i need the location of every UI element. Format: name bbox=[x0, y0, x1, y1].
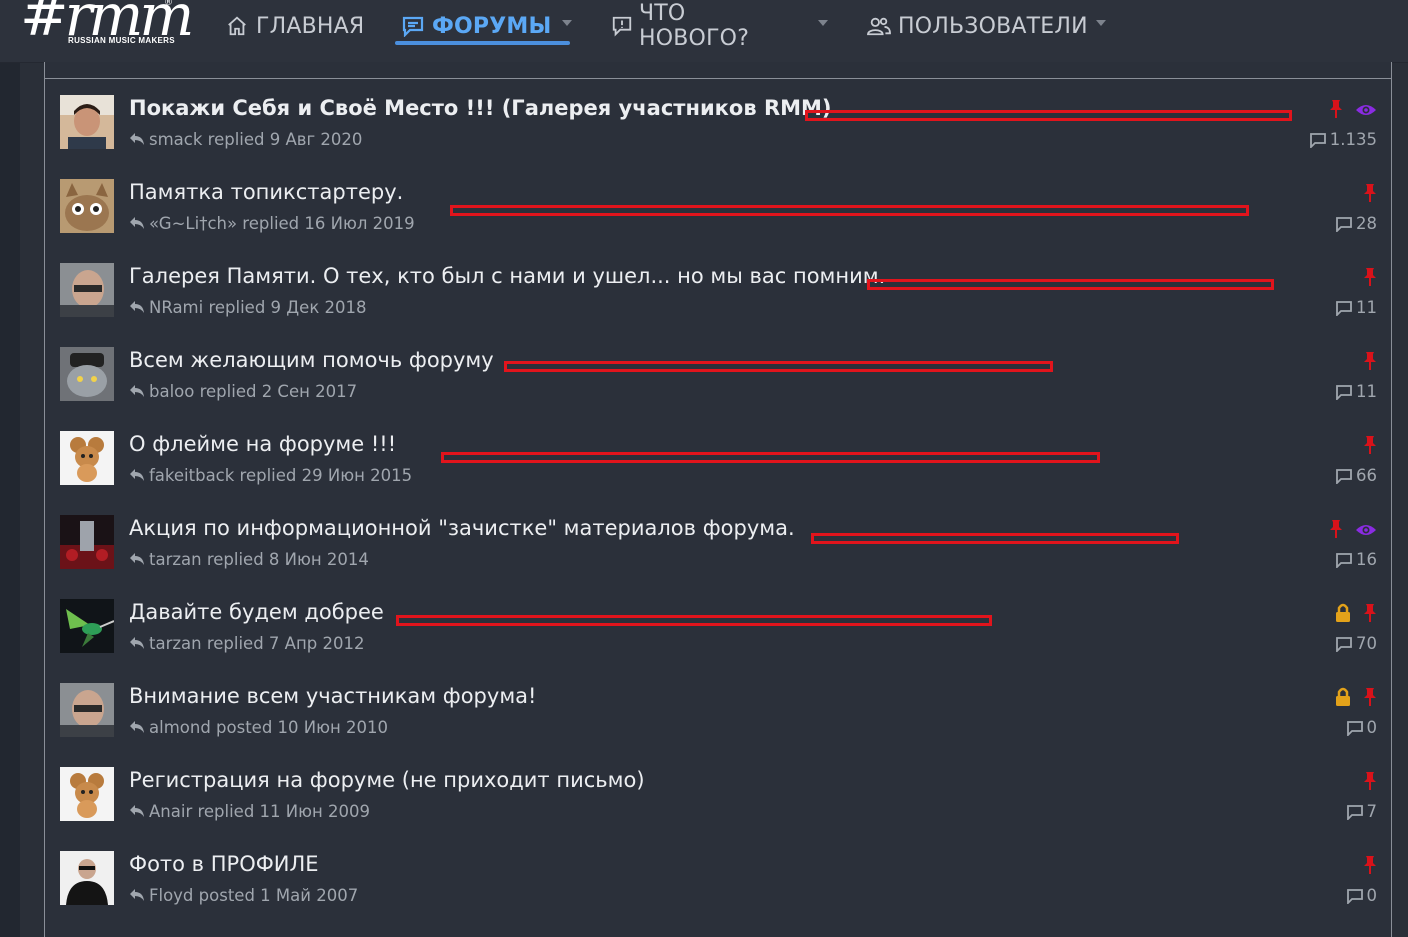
thread-title[interactable]: Акция по информационной "зачистке" матер… bbox=[129, 516, 795, 540]
thread-list-panel: Покажи Себя и Своё Место !!! (Галерея уч… bbox=[44, 62, 1392, 937]
thread-title[interactable]: Галерея Памяти. О тех, кто был с нами и … bbox=[129, 264, 885, 288]
whats-new-icon bbox=[611, 13, 633, 39]
avatar-sunglasses-man[interactable] bbox=[60, 851, 114, 905]
home-icon bbox=[224, 13, 250, 39]
reply-arrow-icon bbox=[129, 888, 145, 904]
thread-title[interactable]: Памятка топикстартеру. bbox=[129, 180, 403, 204]
thread-row[interactable]: Покажи Себя и Своё Место !!! (Галерея уч… bbox=[45, 62, 1391, 149]
thread-status-icons bbox=[1335, 687, 1377, 711]
thread-title[interactable]: Регистрация на форуме (не приходит письм… bbox=[129, 768, 645, 792]
avatar-bald-man-photo[interactable] bbox=[60, 263, 114, 317]
thread-row[interactable]: Давайте будем добрее tarzan replied 7 Апр… bbox=[45, 566, 1391, 653]
thread-title[interactable]: Покажи Себя и Своё Место !!! (Галерея уч… bbox=[129, 96, 832, 120]
pin-icon bbox=[1363, 435, 1377, 459]
thread-status-icons bbox=[1363, 856, 1377, 878]
avatar-robocop-photo[interactable] bbox=[60, 515, 114, 569]
thread-meta-text[interactable]: Floyd posted 1 Май 2007 bbox=[149, 886, 358, 905]
thread-title[interactable]: О флейме на форуме !!! bbox=[129, 432, 396, 456]
thread-meta[interactable]: Floyd posted 1 Май 2007 bbox=[129, 886, 358, 905]
nav-users[interactable]: ПОЛЬЗОВАТЕЛИ bbox=[866, 8, 1088, 44]
thread-row[interactable]: Всем желающим помочь форуму baloo replied… bbox=[45, 314, 1391, 401]
nav-home[interactable]: ГЛАВНАЯ bbox=[224, 8, 364, 44]
thread-status-icons bbox=[1363, 352, 1377, 374]
pin-icon bbox=[1363, 687, 1377, 711]
logo-registered: ® bbox=[164, 0, 173, 8]
highlight-annotation-box bbox=[441, 452, 1100, 463]
thread-title[interactable]: Всем желающим помочь форуму bbox=[129, 348, 494, 372]
lock-icon bbox=[1335, 687, 1351, 711]
avatar-cat-hat-photo[interactable] bbox=[60, 347, 114, 401]
thread-title[interactable]: Внимание всем участникам форума! bbox=[129, 684, 536, 708]
page-left-gutter bbox=[0, 62, 20, 937]
avatar-hummingbird[interactable] bbox=[60, 599, 114, 653]
nav-forums-dropdown-icon[interactable] bbox=[562, 20, 572, 26]
avatar-kitten-photo[interactable] bbox=[60, 179, 114, 233]
reply-count-value: 0 bbox=[1366, 886, 1378, 905]
nav-active-underline bbox=[395, 41, 570, 45]
highlight-annotation-box bbox=[811, 533, 1179, 544]
thread-row[interactable]: Регистрация на форуме (не приходит письм… bbox=[45, 734, 1391, 821]
pin-icon bbox=[1329, 99, 1343, 123]
pin-icon bbox=[1363, 267, 1377, 291]
pin-icon bbox=[1363, 855, 1377, 879]
thread-status-icons bbox=[1363, 268, 1377, 290]
thread-status-icons bbox=[1363, 436, 1377, 458]
thread-title[interactable]: Фото в ПРОФИЛЕ bbox=[129, 852, 319, 876]
pin-icon bbox=[1363, 603, 1377, 627]
pin-icon bbox=[1363, 351, 1377, 375]
thread-row[interactable]: Памятка топикстартеру. «G~Li†ch» replied … bbox=[45, 146, 1391, 233]
highlight-annotation-box bbox=[396, 615, 992, 626]
site-header: #rmm ® RUSSIAN MUSIC MAKERS ГЛАВНАЯ ФОРУ… bbox=[0, 0, 1408, 63]
thread-row[interactable]: Акция по информационной "зачистке" матер… bbox=[45, 482, 1391, 569]
thread-row[interactable]: О флейме на форуме !!! fakeitback replied… bbox=[45, 398, 1391, 485]
nav-users-dropdown-icon[interactable] bbox=[1096, 20, 1106, 26]
site-logo[interactable]: #rmm ® RUSSIAN MUSIC MAKERS bbox=[18, 0, 194, 54]
thread-row[interactable]: Внимание всем участникам форума! almond p… bbox=[45, 650, 1391, 737]
watch-eye-icon bbox=[1355, 522, 1377, 541]
logo-subtitle: RUSSIAN MUSIC MAKERS bbox=[68, 36, 175, 45]
thread-status-icons bbox=[1329, 100, 1377, 122]
pin-icon bbox=[1329, 519, 1343, 543]
avatar-cartoon-mouse[interactable] bbox=[60, 767, 114, 821]
users-icon bbox=[866, 13, 892, 39]
thread-row[interactable]: Галерея Памяти. О тех, кто был с нами и … bbox=[45, 230, 1391, 317]
comment-bubble-icon bbox=[1346, 888, 1364, 904]
highlight-annotation-box bbox=[867, 279, 1274, 290]
nav-forums-label: ФОРУМЫ bbox=[432, 13, 552, 39]
pin-icon bbox=[1363, 183, 1377, 207]
nav-whats-new-dropdown-icon[interactable] bbox=[818, 20, 828, 26]
nav-users-label: ПОЛЬЗОВАТЕЛИ bbox=[898, 13, 1088, 39]
highlight-annotation-box bbox=[805, 110, 1292, 121]
nav-forums[interactable]: ФОРУМЫ bbox=[400, 8, 552, 44]
reply-count: 0 bbox=[1346, 886, 1378, 905]
thread-status-icons bbox=[1329, 520, 1377, 542]
thread-status-icons bbox=[1363, 772, 1377, 794]
thread-row[interactable]: Фото в ПРОФИЛЕ Floyd posted 1 Май 2007 0 bbox=[45, 818, 1391, 905]
highlight-annotation-box bbox=[450, 205, 1249, 216]
avatar-cartoon-mouse[interactable] bbox=[60, 431, 114, 485]
pin-icon bbox=[1363, 771, 1377, 795]
nav-home-label: ГЛАВНАЯ bbox=[256, 13, 365, 39]
lock-icon bbox=[1335, 603, 1351, 627]
thread-status-icons bbox=[1363, 184, 1377, 206]
nav-whats-new[interactable]: ЧТО НОВОГО? bbox=[611, 1, 753, 51]
thread-status-icons bbox=[1335, 603, 1377, 627]
thread-title[interactable]: Давайте будем добрее bbox=[129, 600, 384, 624]
highlight-annotation-box bbox=[504, 361, 1053, 372]
nav-whats-new-label: ЧТО НОВОГО? bbox=[639, 1, 750, 51]
forum-icon bbox=[400, 13, 426, 39]
avatar-man-photo[interactable] bbox=[60, 95, 114, 149]
watch-eye-icon bbox=[1355, 102, 1377, 121]
avatar-bald-man-photo[interactable] bbox=[60, 683, 114, 737]
